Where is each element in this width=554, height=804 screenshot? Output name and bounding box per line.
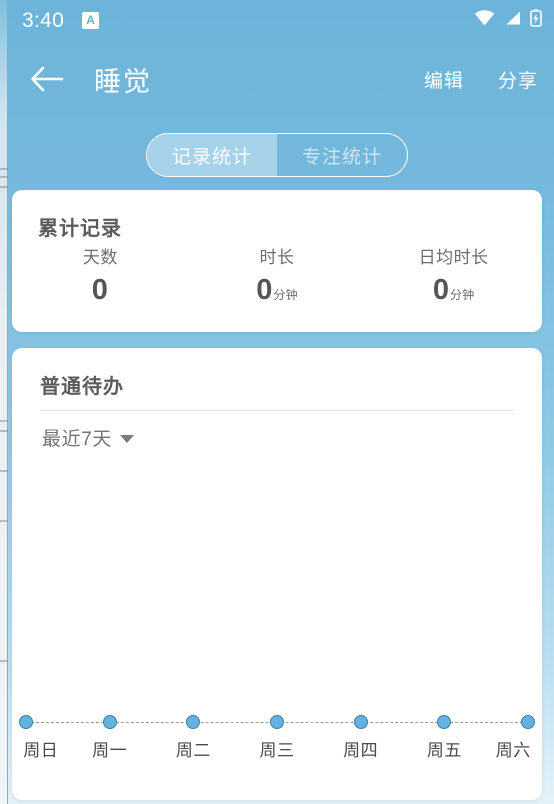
chart-x-label: 周二 <box>175 741 211 760</box>
chart-point[interactable] <box>186 715 201 729</box>
arrow-left-icon <box>31 66 64 92</box>
signal-icon <box>504 10 521 31</box>
stat-daily-average-label: 日均时长 <box>418 248 489 267</box>
page-title: 睡觉 <box>94 66 152 97</box>
stat-duration-value-wrap: 0 分钟 <box>256 276 298 305</box>
stat-duration-value: 0 <box>256 274 273 307</box>
app-bar-actions: 编辑 分享 <box>424 66 538 93</box>
chart-point[interactable] <box>102 715 117 729</box>
share-action[interactable]: 分享 <box>498 66 538 93</box>
chart-point[interactable] <box>437 715 452 729</box>
status-icons <box>474 8 542 32</box>
stat-days-label: 天数 <box>82 248 118 267</box>
app-screen: 3:40 A 睡觉 编辑 分享 记录统计 专注统计 累计记录 天数 0 时长 0… <box>0 0 554 804</box>
normal-todo-title: 普通待办 <box>40 376 124 398</box>
previous-screen-edge-sliver <box>0 0 8 804</box>
card-divider <box>40 410 514 411</box>
normal-todo-card: 普通待办 最近7天 周日 周一 周二 周三 周四 周五 周六 <box>12 348 542 800</box>
app-bar: 睡觉 编辑 分享 <box>8 40 554 118</box>
back-button[interactable] <box>26 58 68 100</box>
stat-days: 天数 0 <box>12 248 189 305</box>
chart-point[interactable] <box>521 715 535 729</box>
date-range-label: 最近7天 <box>42 429 112 450</box>
stat-daily-average-value-wrap: 0 分钟 <box>433 276 475 305</box>
tab-focus-statistics[interactable]: 专注统计 <box>277 134 407 176</box>
chart-point[interactable] <box>270 715 284 729</box>
app-notification-icon: A <box>82 11 100 29</box>
chart-x-axis-labels: 周日 周一 周二 周三 周四 周五 周六 <box>23 736 531 766</box>
stat-days-value-wrap: 0 <box>92 276 109 305</box>
chart-x-label: 周五 <box>426 741 462 760</box>
chart-x-label: 周一 <box>92 741 128 760</box>
chart-point[interactable] <box>353 715 368 729</box>
stat-daily-average-value: 0 <box>432 274 450 307</box>
status-bar: 3:40 A <box>8 0 554 40</box>
edit-action[interactable]: 编辑 <box>424 66 464 93</box>
chart-plot-area <box>19 712 535 734</box>
statistics-tab-group: 记录统计 专注统计 <box>146 133 408 177</box>
caret-down-icon <box>119 435 134 443</box>
stat-daily-average: 日均时长 0 分钟 <box>365 248 542 305</box>
chart-point[interactable] <box>19 715 33 729</box>
weekly-chart: 周日 周一 周二 周三 周四 周五 周六 <box>19 712 535 774</box>
stat-duration-unit: 分钟 <box>273 288 298 303</box>
cumulative-record-card: 累计记录 天数 0 时长 0 分钟 日均时长 0 分钟 <box>12 190 542 332</box>
summary-stats-row: 天数 0 时长 0 分钟 日均时长 0 分钟 <box>12 248 542 305</box>
chart-x-label: 周三 <box>259 741 295 760</box>
chart-x-label: 周六 <box>495 741 531 760</box>
cumulative-record-title: 累计记录 <box>38 218 122 240</box>
tab-record-statistics[interactable]: 记录统计 <box>147 134 277 176</box>
chart-x-label: 周日 <box>23 741 59 760</box>
date-range-dropdown[interactable]: 最近7天 <box>42 424 134 451</box>
stat-daily-average-unit: 分钟 <box>450 288 475 303</box>
stat-duration-label: 时长 <box>259 248 295 267</box>
stat-days-value: 0 <box>91 274 108 307</box>
wifi-icon <box>474 9 495 31</box>
chart-x-label: 周四 <box>343 741 379 760</box>
battery-charging-icon <box>530 8 542 32</box>
stat-duration: 时长 0 分钟 <box>189 248 366 305</box>
status-clock: 3:40 <box>22 8 65 32</box>
